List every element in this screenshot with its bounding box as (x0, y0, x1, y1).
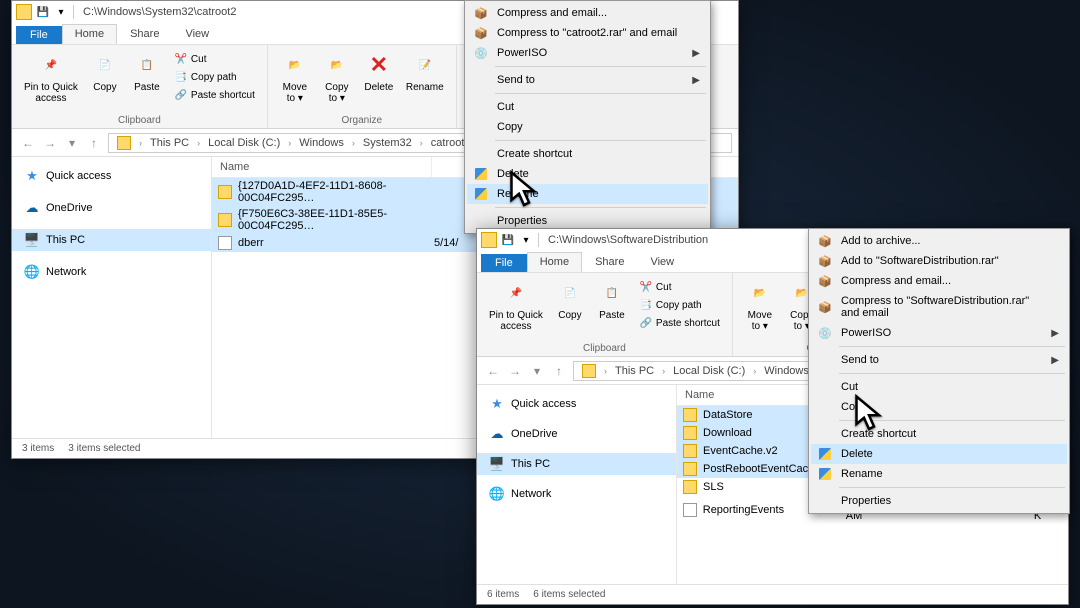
forward-button[interactable]: → (40, 133, 60, 153)
selection-count: 6 items selected (533, 589, 605, 600)
forward-button[interactable]: → (505, 361, 525, 381)
menu-item[interactable]: Send to▶ (811, 350, 1067, 370)
pin-button[interactable]: 📌Pin to Quick access (485, 277, 547, 334)
sidebar-item-network[interactable]: 🌐Network (477, 483, 676, 505)
context-menu: 📦Compress and email...📦Compress to "catr… (464, 0, 711, 234)
paste-shortcut-button[interactable]: 🔗Paste shortcut (170, 87, 259, 103)
copy-path-button[interactable]: 📑Copy path (635, 297, 724, 313)
copy-button[interactable]: 📄Copy (86, 49, 124, 95)
sidebar-item-quick-access[interactable]: ★Quick access (477, 393, 676, 415)
move-to-button[interactable]: 📂Move to ▾ (741, 277, 779, 334)
up-button[interactable]: ↑ (84, 133, 104, 153)
selection-count: 3 items selected (68, 443, 140, 454)
folder-icon (218, 185, 232, 199)
file-icon (218, 236, 232, 250)
history-button[interactable]: ▾ (527, 361, 547, 381)
menu-item[interactable]: Cut (467, 97, 708, 117)
copy-button[interactable]: 📄Copy (551, 277, 589, 323)
menu-item[interactable]: 📦Compress and email... (811, 271, 1067, 291)
folder-icon (683, 426, 697, 440)
menu-item[interactable]: 💿PowerISO▶ (467, 43, 708, 63)
menu-item[interactable]: Cut (811, 377, 1067, 397)
history-button[interactable]: ▾ (62, 133, 82, 153)
folder-icon (218, 213, 232, 227)
menu-item[interactable]: 📦Compress to "catroot2.rar" and email (467, 23, 708, 43)
save-icon[interactable]: 💾 (500, 232, 516, 248)
undo-icon[interactable]: ▾ (53, 4, 69, 20)
folder-icon (117, 136, 131, 150)
menu-item[interactable]: Delete (811, 444, 1067, 464)
menu-item[interactable]: Delete (467, 164, 708, 184)
item-count: 6 items (487, 589, 519, 600)
move-to-button[interactable]: 📂Move to ▾ (276, 49, 314, 106)
copy-path-button[interactable]: 📑Copy path (170, 69, 259, 85)
menu-item[interactable]: 📦Add to archive... (811, 231, 1067, 251)
sidebar-item-this-pc[interactable]: 🖥️This PC (477, 453, 676, 475)
up-button[interactable]: ↑ (549, 361, 569, 381)
menu-item[interactable]: 💿PowerISO▶ (811, 323, 1067, 343)
folder-icon (16, 4, 32, 20)
tab-view[interactable]: View (172, 24, 222, 44)
nav-pane: ★Quick access ☁OneDrive 🖥️This PC 🌐Netwo… (477, 385, 677, 584)
context-menu: 📦Add to archive...📦Add to "SoftwareDistr… (808, 228, 1070, 514)
menu-item[interactable]: 📦Compress to "SoftwareDistribution.rar" … (811, 291, 1067, 323)
tab-file[interactable]: File (481, 254, 527, 272)
tab-share[interactable]: Share (117, 24, 172, 44)
nav-pane: ★Quick access ☁OneDrive 🖥️This PC 🌐Netwo… (12, 157, 212, 438)
tab-home[interactable]: Home (527, 252, 582, 272)
undo-icon[interactable]: ▾ (518, 232, 534, 248)
menu-item[interactable]: Rename (811, 464, 1067, 484)
menu-item[interactable]: 📦Add to "SoftwareDistribution.rar" (811, 251, 1067, 271)
folder-icon (683, 408, 697, 422)
paste-button[interactable]: 📋Paste (128, 49, 166, 95)
menu-item[interactable]: Rename (467, 184, 708, 204)
menu-item[interactable]: Send to▶ (467, 70, 708, 90)
group-label: Organize (276, 115, 448, 126)
menu-item[interactable]: Create shortcut (467, 144, 708, 164)
save-icon[interactable]: 💾 (35, 4, 51, 20)
folder-icon (683, 480, 697, 494)
sidebar-item-this-pc[interactable]: 🖥️This PC (12, 229, 211, 251)
paste-shortcut-button[interactable]: 🔗Paste shortcut (635, 315, 724, 331)
group-label: Clipboard (20, 115, 259, 126)
folder-icon (582, 364, 596, 378)
cut-button[interactable]: ✂️Cut (635, 279, 724, 295)
rename-button[interactable]: 📝Rename (402, 49, 448, 95)
window-path: C:\Windows\System32\catroot2 (83, 6, 236, 18)
tab-view[interactable]: View (637, 252, 687, 272)
sidebar-item-network[interactable]: 🌐Network (12, 261, 211, 283)
menu-item[interactable]: Properties (811, 491, 1067, 511)
menu-item[interactable]: Copy (811, 397, 1067, 417)
cut-button[interactable]: ✂️Cut (170, 51, 259, 67)
sidebar-item-onedrive[interactable]: ☁OneDrive (477, 423, 676, 445)
menu-item[interactable]: Create shortcut (811, 424, 1067, 444)
window-path: C:\Windows\SoftwareDistribution (548, 234, 708, 246)
tab-home[interactable]: Home (62, 24, 117, 44)
tab-share[interactable]: Share (582, 252, 637, 272)
pin-button[interactable]: 📌Pin to Quick access (20, 49, 82, 106)
paste-button[interactable]: 📋Paste (593, 277, 631, 323)
file-icon (683, 503, 697, 517)
status-bar: 6 items 6 items selected (477, 584, 1068, 604)
back-button[interactable]: ← (18, 133, 38, 153)
menu-item[interactable]: 📦Compress and email... (467, 3, 708, 23)
sidebar-item-quick-access[interactable]: ★Quick access (12, 165, 211, 187)
copy-to-button[interactable]: 📂Copy to ▾ (318, 49, 356, 106)
back-button[interactable]: ← (483, 361, 503, 381)
delete-button[interactable]: ✕Delete (360, 49, 398, 95)
folder-icon (481, 232, 497, 248)
folder-icon (683, 462, 697, 476)
folder-icon (683, 444, 697, 458)
group-label: Clipboard (485, 343, 724, 354)
item-count: 3 items (22, 443, 54, 454)
tab-file[interactable]: File (16, 26, 62, 44)
sidebar-item-onedrive[interactable]: ☁OneDrive (12, 197, 211, 219)
menu-item[interactable]: Copy (467, 117, 708, 137)
